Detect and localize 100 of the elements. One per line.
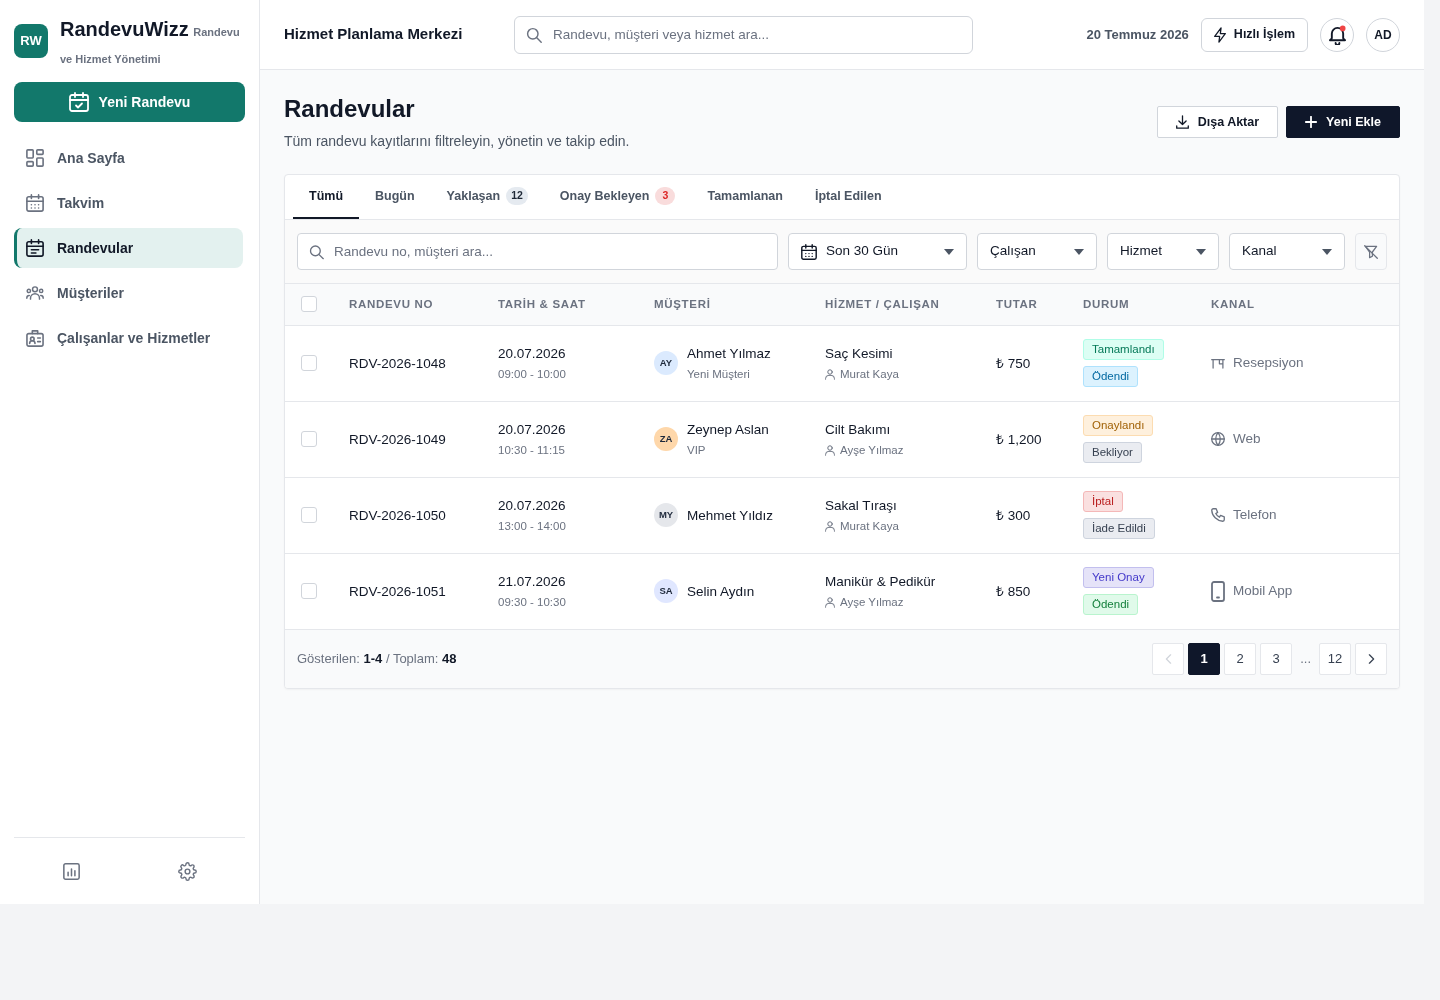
nav-item[interactable]: Ana Sayfa [14,138,243,178]
tab[interactable]: Bugün [359,175,431,219]
count-badge: 3 [655,187,676,205]
settings-icon[interactable] [177,861,197,881]
appointment-date: 20.07.2026 [498,345,566,362]
brand-logo: RW [14,24,48,58]
clear-filters-button[interactable] [1355,233,1387,270]
appointment-time: 13:00 - 14:00 [498,519,566,533]
column-header: DURUM [1083,297,1130,310]
pagination-summary: Gösterilen: 1-4 / Toplam: 48 [297,649,457,668]
nav-item[interactable]: Müşteriler [14,273,243,313]
pagination-ellipsis: ... [1299,649,1312,668]
amount: ₺ 750 [996,354,1031,372]
new-appointment-button[interactable]: Yeni Randevu [14,82,245,122]
filter-clear-icon [1364,244,1378,259]
quick-action-button[interactable]: Hızlı İşlem [1200,17,1308,52]
service-name: Sakal Tıraşı [825,497,897,514]
appointment-date: 21.07.2026 [498,573,566,590]
filter-dropdown[interactable]: Kanal [1229,233,1345,270]
user-avatar[interactable]: AD [1366,17,1400,52]
page-button[interactable]: 3 [1260,642,1293,675]
filter-dropdown[interactable]: Hizmet [1107,233,1219,270]
column-header: KANAL [1211,297,1255,310]
page-title: Randevular [284,94,416,123]
appointment-time: 09:30 - 10:30 [498,595,566,609]
row-checkbox[interactable] [301,431,317,447]
page-subtitle: Tüm randevu kayıtlarını filtreleyin, yönetin ve takip edin. [284,133,630,150]
current-date: 20 Temmuz 2026 [1086,25,1189,44]
next-page-button[interactable] [1355,642,1387,675]
search-icon [309,244,324,259]
column-header: TARİH & SAAT [498,297,586,310]
add-button[interactable]: Yeni Ekle [1286,106,1400,138]
row-checkbox[interactable] [301,583,317,599]
person-icon [825,596,835,608]
mobile-icon [1211,580,1225,602]
caret-icon [1322,248,1332,255]
amount: ₺ 1,200 [996,430,1042,448]
nav-item[interactable]: Çalışanlar ve Hizmetler [14,318,243,358]
appointment-time: 10:30 - 11:15 [498,443,565,457]
search-field[interactable]: Randevu, müşteri veya hizmet ara... [514,15,973,54]
customer-name: Ahmet Yılmaz [687,345,771,362]
page-button[interactable]: 12 [1319,642,1351,675]
appointment-date: 20.07.2026 [498,497,566,514]
amount: ₺ 300 [996,506,1031,524]
appointment-number: RDV-2026-1048 [349,354,446,372]
amount: ₺ 850 [996,582,1031,600]
export-button[interactable]: Dışa Aktar [1156,106,1279,138]
staff-name: Murat Kaya [840,519,899,533]
tab[interactable]: İptal Edilen [798,175,898,219]
page-button[interactable]: 1 [1188,642,1221,675]
appointment-date: 20.07.2026 [498,421,566,438]
channel-name: Resepsiyon [1233,353,1304,372]
service-name: Manikür & Pedikür [825,573,936,590]
select-all-checkbox[interactable] [301,296,317,313]
tab[interactable]: Yaklaşan 12 [430,175,544,219]
nav-item[interactable]: Takvim [14,183,243,223]
status-tag: Ödendi [1083,366,1139,387]
lightning-icon [1213,26,1226,43]
count-badge: 12 [506,187,528,205]
service-name: Cilt Bakımı [825,421,891,438]
customer-avatar: MY [654,503,678,527]
staff-name: Murat Kaya [840,367,899,381]
search-field[interactable]: Randevu no, müşteri ara... [297,233,778,270]
filter-dropdown[interactable]: Çalışan [977,233,1097,270]
channel-name: Web [1233,429,1261,448]
status-tag: Ödendi [1083,594,1139,615]
filter-dropdown[interactable]: Son 30 Gün [788,233,967,270]
column-header: RANDEVU NO [349,297,434,310]
status-tag: İade Edildi [1083,518,1155,539]
customer-note: Yeni Müşteri [687,367,750,381]
nav-item[interactable]: Randevular [14,228,243,268]
column-header: TUTAR [996,297,1038,310]
caret-icon [944,248,954,255]
person-icon [825,444,835,456]
row-checkbox[interactable] [301,507,317,523]
column-header: HİZMET / ÇALIŞAN [825,297,940,310]
calendar-check-icon [68,92,89,112]
customer-name: Zeynep Aslan [687,421,769,438]
page-button[interactable]: 2 [1224,642,1257,675]
customer-name: Mehmet Yıldız [687,506,774,524]
people-icon [26,286,44,300]
appointment-number: RDV-2026-1049 [349,430,446,448]
calendar-icon [26,194,44,212]
customer-note: VIP [687,443,706,457]
search-icon [526,26,542,43]
column-header: MÜŞTERİ [654,297,711,310]
chart-icon[interactable] [63,862,81,880]
caret-icon [1074,248,1084,255]
tab[interactable]: Onay Bekleyen 3 [543,175,692,219]
caret-icon [1196,248,1206,255]
appointment-number: RDV-2026-1050 [349,506,446,524]
status-tag: Onaylandı [1083,415,1154,436]
notifications-button[interactable] [1320,17,1354,52]
row-checkbox[interactable] [301,355,317,371]
grid-icon [26,149,44,167]
status-tag: Yeni Onay [1083,567,1154,588]
tab[interactable]: Tamamlanan [691,175,799,219]
phone-icon [1211,508,1225,522]
channel-name: Telefon [1233,505,1277,524]
staff-name: Ayşe Yılmaz [840,595,904,609]
